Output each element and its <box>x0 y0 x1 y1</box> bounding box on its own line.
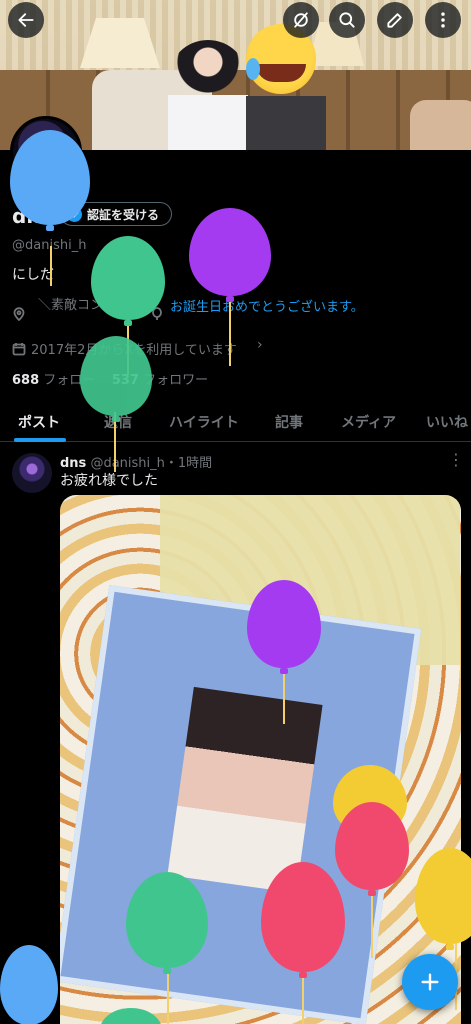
profile-tabs: ポスト 返信 ハイライト 記事 メディア いいね <box>0 400 471 442</box>
tab-posts[interactable]: ポスト <box>18 412 60 432</box>
tab-media[interactable]: メディア <box>341 412 396 432</box>
post-header: dns @danishi_h・1時間 <box>60 452 212 471</box>
grok-icon <box>294 12 308 28</box>
birthday-message: お誕生日おめでとうございます。 <box>170 300 364 315</box>
more-icon <box>441 12 445 28</box>
post-time: ・1時間 <box>164 456 213 471</box>
back-button[interactable] <box>8 2 44 38</box>
banner-sofa <box>410 100 471 150</box>
banner-person <box>168 40 248 150</box>
search-icon <box>339 12 355 28</box>
balloon-icon <box>10 130 90 231</box>
post-author[interactable]: dns <box>60 456 86 471</box>
more-options-button[interactable] <box>425 2 461 38</box>
tab-highlights[interactable]: ハイライト <box>169 412 239 432</box>
grok-button[interactable] <box>283 2 319 38</box>
balloon-icon <box>0 945 58 1024</box>
tab-articles[interactable]: 記事 <box>275 412 303 432</box>
search-button[interactable] <box>329 2 365 38</box>
edit-icon <box>387 13 402 28</box>
post-more-icon[interactable]: ⋮ <box>448 452 464 468</box>
balloon-string <box>167 966 169 1024</box>
balloon-string <box>50 246 52 286</box>
chevron-right-icon[interactable]: › <box>257 337 263 353</box>
balloon-icon <box>80 336 152 422</box>
balloon-icon <box>261 862 345 978</box>
calendar-icon <box>12 341 26 356</box>
post-handle[interactable]: @danishi_h <box>90 456 164 471</box>
balloon-string <box>302 970 304 1024</box>
back-arrow-icon <box>18 13 34 27</box>
balloon-string <box>371 888 373 958</box>
post-avatar[interactable] <box>12 453 52 493</box>
get-verified-label: 認証を受ける <box>87 207 160 222</box>
profile-bio: にしだ <box>12 267 54 283</box>
active-tab-indicator <box>14 438 66 442</box>
edit-button[interactable] <box>377 2 413 38</box>
plus-icon <box>421 973 439 991</box>
balloon-icon <box>335 802 409 896</box>
post-text: お疲れ様でした <box>60 473 158 489</box>
following-count: 688 <box>12 373 40 388</box>
balloon-icon <box>91 236 165 326</box>
balloon-icon <box>189 208 271 302</box>
compose-post-button[interactable] <box>402 954 458 1010</box>
location-icon <box>12 306 26 322</box>
balloon-icon <box>247 580 321 674</box>
post-image[interactable] <box>60 495 461 1024</box>
balloon-icon <box>126 872 208 974</box>
followers-label: フォロワー <box>143 373 209 388</box>
tab-likes[interactable]: いいね <box>426 412 468 432</box>
